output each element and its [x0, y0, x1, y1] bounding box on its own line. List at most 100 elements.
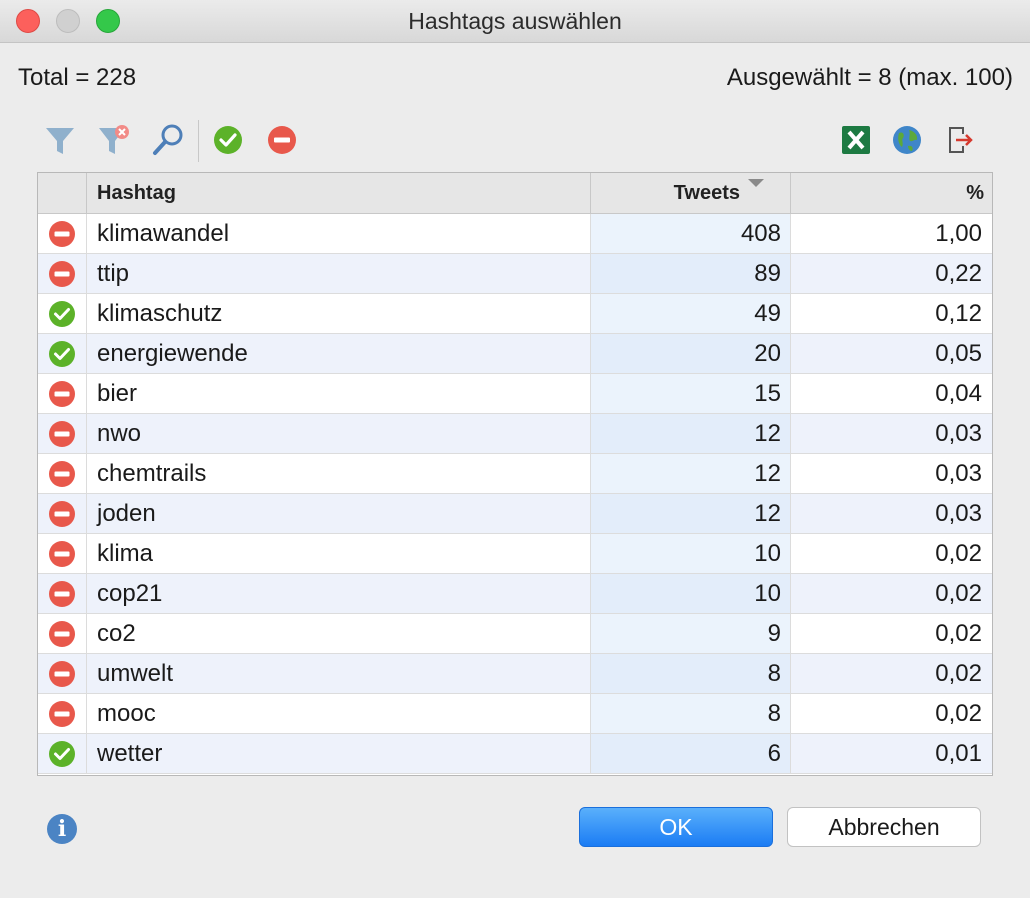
- tweets-cell: 8: [591, 694, 791, 733]
- status-cell[interactable]: [38, 414, 87, 453]
- hashtag-table: Hashtag Tweets % klimawandel 408 1,00 ttip 8…: [37, 172, 993, 776]
- table-row[interactable]: mooc 8 0,02: [38, 694, 992, 734]
- deselect-all-button[interactable]: [262, 118, 302, 162]
- tweets-cell: 89: [591, 254, 791, 293]
- total-count: Total = 228: [18, 64, 137, 91]
- excluded-minus-icon: [49, 660, 75, 687]
- excluded-minus-icon: [49, 500, 75, 527]
- export-icon: [949, 127, 973, 153]
- status-cell[interactable]: [38, 494, 87, 533]
- status-cell[interactable]: [38, 694, 87, 733]
- status-cell[interactable]: [38, 654, 87, 693]
- percent-cell: 0,02: [935, 660, 982, 687]
- table-row[interactable]: joden 12 0,03: [38, 494, 992, 534]
- table-row[interactable]: energiewende 20 0,05: [38, 334, 992, 374]
- excluded-minus-icon: [49, 380, 75, 407]
- excel-export-button[interactable]: [836, 118, 876, 162]
- status-cell[interactable]: [38, 574, 87, 613]
- hashtag-cell: klima: [87, 534, 591, 573]
- percent-cell: 0,02: [935, 540, 982, 567]
- table-row[interactable]: klima 10 0,02: [38, 534, 992, 574]
- select-all-button[interactable]: [208, 118, 248, 162]
- percent-cell: 0,22: [935, 260, 982, 287]
- column-header-percent[interactable]: %: [791, 173, 992, 213]
- status-cell[interactable]: [38, 254, 87, 293]
- tweets-cell: 9: [591, 614, 791, 653]
- selected-check-icon: [49, 740, 75, 767]
- select-all-icon: [214, 126, 242, 154]
- tweets-cell: 15: [591, 374, 791, 413]
- tweets-cell: 12: [591, 494, 791, 533]
- info-icon[interactable]: i: [47, 814, 77, 844]
- column-header-hashtag[interactable]: Hashtag: [87, 173, 591, 213]
- status-cell[interactable]: [38, 454, 87, 493]
- table-row[interactable]: bier 15 0,04: [38, 374, 992, 414]
- table-row[interactable]: wetter 6 0,01: [38, 734, 992, 774]
- table-row[interactable]: ttip 89 0,22: [38, 254, 992, 294]
- filter-button[interactable]: [40, 118, 80, 162]
- status-cell[interactable]: [38, 374, 87, 413]
- percent-cell: 0,02: [935, 700, 982, 727]
- tweets-cell: 8: [591, 654, 791, 693]
- percent-cell: 0,01: [935, 740, 982, 767]
- table-row[interactable]: klimawandel 408 1,00: [38, 214, 992, 254]
- export-button[interactable]: [939, 118, 979, 162]
- hashtag-cell: klimawandel: [87, 214, 591, 253]
- excluded-minus-icon: [49, 260, 75, 287]
- excluded-minus-icon: [49, 620, 75, 647]
- percent-cell: 0,03: [935, 500, 982, 527]
- window-title: Hashtags auswählen: [408, 8, 622, 34]
- hashtag-cell: chemtrails: [87, 454, 591, 493]
- globe-icon: [893, 126, 921, 154]
- table-row[interactable]: cop21 10 0,02: [38, 574, 992, 614]
- hashtag-cell: joden: [87, 494, 591, 533]
- status-cell[interactable]: [38, 734, 87, 773]
- column-header-status[interactable]: [38, 173, 87, 213]
- selected-check-icon: [49, 300, 75, 327]
- percent-cell: 0,02: [935, 620, 982, 647]
- percent-cell: 0,03: [935, 460, 982, 487]
- status-cell[interactable]: [38, 614, 87, 653]
- hashtag-cell: nwo: [87, 414, 591, 453]
- excluded-minus-icon: [49, 540, 75, 567]
- filter-icon: [46, 128, 74, 154]
- status-cell[interactable]: [38, 214, 87, 253]
- percent-cell: 1,00: [935, 220, 982, 247]
- globe-button[interactable]: [887, 118, 927, 162]
- tweets-cell: 49: [591, 294, 791, 333]
- percent-cell: 0,05: [935, 340, 982, 367]
- toolbar-separator: [198, 120, 199, 162]
- clear-filter-icon: [99, 125, 129, 154]
- tweets-cell: 12: [591, 454, 791, 493]
- excluded-minus-icon: [49, 460, 75, 487]
- hashtag-cell: umwelt: [87, 654, 591, 693]
- table-row[interactable]: chemtrails 12 0,03: [38, 454, 992, 494]
- hashtag-cell: wetter: [87, 734, 591, 773]
- table-row[interactable]: nwo 12 0,03: [38, 414, 992, 454]
- excluded-minus-icon: [49, 580, 75, 607]
- excluded-minus-icon: [49, 420, 75, 447]
- tweets-cell: 10: [591, 534, 791, 573]
- table-row[interactable]: klimaschutz 49 0,12: [38, 294, 992, 334]
- excel-export-icon: [842, 126, 870, 154]
- table-header: Hashtag Tweets %: [38, 173, 992, 214]
- hashtag-cell: co2: [87, 614, 591, 653]
- search-button[interactable]: [148, 118, 188, 162]
- table-row[interactable]: umwelt 8 0,02: [38, 654, 992, 694]
- table-row[interactable]: co2 9 0,02: [38, 614, 992, 654]
- tweets-cell: 408: [591, 214, 791, 253]
- ok-button[interactable]: OK: [579, 807, 773, 847]
- dialog-window: Hashtags auswählen Total = 228 Ausgewähl…: [0, 0, 1030, 898]
- status-cell[interactable]: [38, 534, 87, 573]
- hashtag-cell: bier: [87, 374, 591, 413]
- table-body: klimawandel 408 1,00 ttip 89 0,22 klimaschutz 4…: [38, 214, 992, 774]
- clear-filter-button[interactable]: [94, 118, 134, 162]
- sort-descending-icon: [748, 179, 764, 187]
- excluded-minus-icon: [49, 700, 75, 727]
- cancel-button[interactable]: Abbrechen: [787, 807, 981, 847]
- status-cell[interactable]: [38, 294, 87, 333]
- percent-cell: 0,02: [935, 580, 982, 607]
- excluded-minus-icon: [49, 220, 75, 247]
- percent-cell: 0,04: [935, 380, 982, 407]
- status-cell[interactable]: [38, 334, 87, 373]
